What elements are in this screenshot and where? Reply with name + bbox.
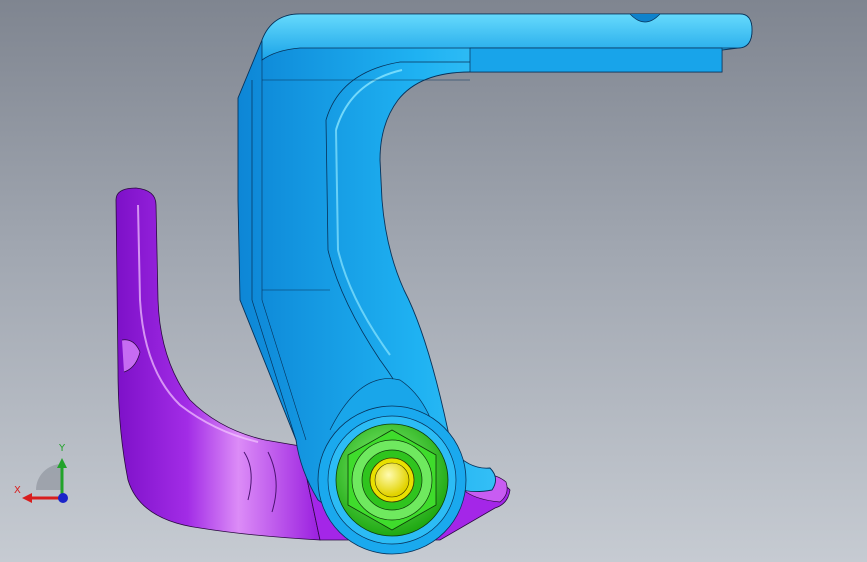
model-scene [22,13,753,555]
y-axis-label: Y [59,443,66,454]
cad-viewport[interactable]: X Y [0,0,867,562]
axis-triad [22,458,68,503]
x-axis-label: X [14,485,21,496]
bolt-end[interactable] [369,457,415,503]
blue-bracket-part[interactable] [237,13,753,555]
z-axis-dot [58,493,68,503]
